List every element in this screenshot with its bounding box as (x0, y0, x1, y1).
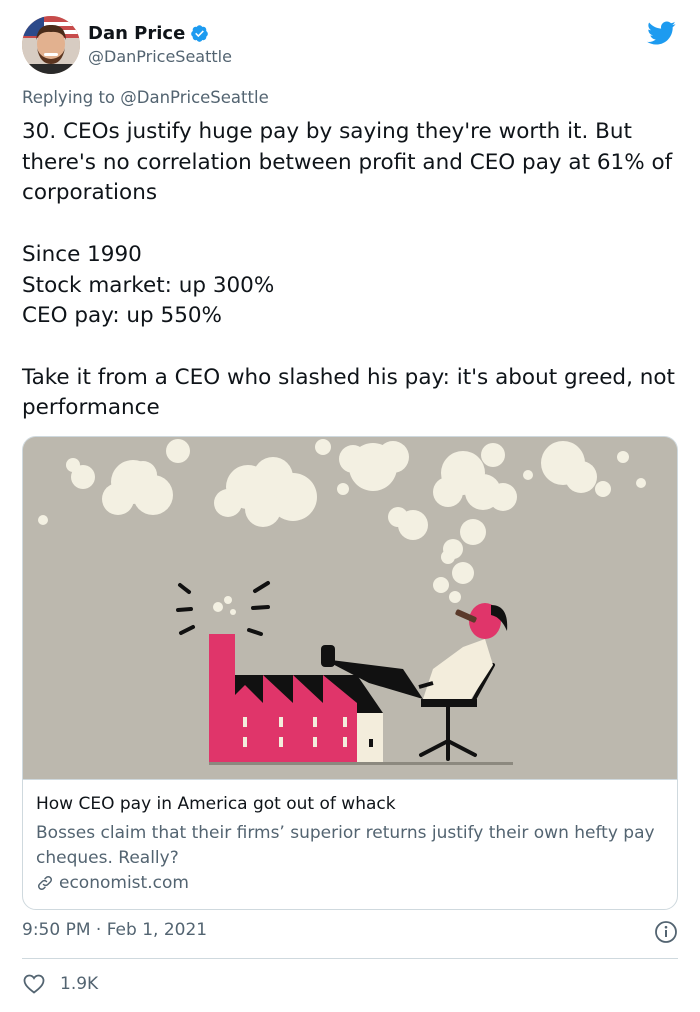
divider (22, 958, 678, 959)
card-domain-text: economist.com (59, 873, 189, 893)
twitter-bird-icon[interactable] (644, 18, 678, 48)
replying-to-label: Replying to (22, 88, 116, 107)
name-row: Dan Price (88, 23, 209, 44)
heart-icon[interactable] (22, 972, 46, 996)
card-description: Bosses claim that their firms’ superior … (36, 823, 655, 868)
link-icon (37, 875, 53, 891)
card-image[interactable] (23, 437, 677, 779)
tweet-header: Dan Price @DanPriceSeattle (22, 16, 682, 76)
info-icon[interactable] (654, 920, 678, 944)
tweet-timestamp[interactable]: 9:50 PM · Feb 1, 2021 (22, 920, 207, 940)
link-card[interactable]: How CEO pay in America got out of whack … (22, 436, 678, 910)
replying-to-handle-link[interactable]: @DanPriceSeattle (120, 88, 268, 107)
card-title[interactable]: How CEO pay in America got out of whack (36, 794, 396, 814)
avatar[interactable] (22, 16, 80, 74)
tweet-text: 30. CEOs justify huge pay by saying they… (22, 119, 675, 421)
card-illustration (23, 437, 677, 779)
card-domain[interactable]: economist.com (36, 873, 189, 893)
display-name[interactable]: Dan Price (88, 23, 185, 44)
like-action[interactable]: 1.9K (22, 972, 98, 996)
card-body[interactable]: How CEO pay in America got out of whack … (23, 779, 677, 909)
like-count: 1.9K (60, 974, 99, 994)
verified-badge-icon (191, 25, 209, 42)
handle[interactable]: @DanPriceSeattle (88, 47, 232, 66)
replying-to: Replying to @DanPriceSeattle (22, 88, 269, 107)
